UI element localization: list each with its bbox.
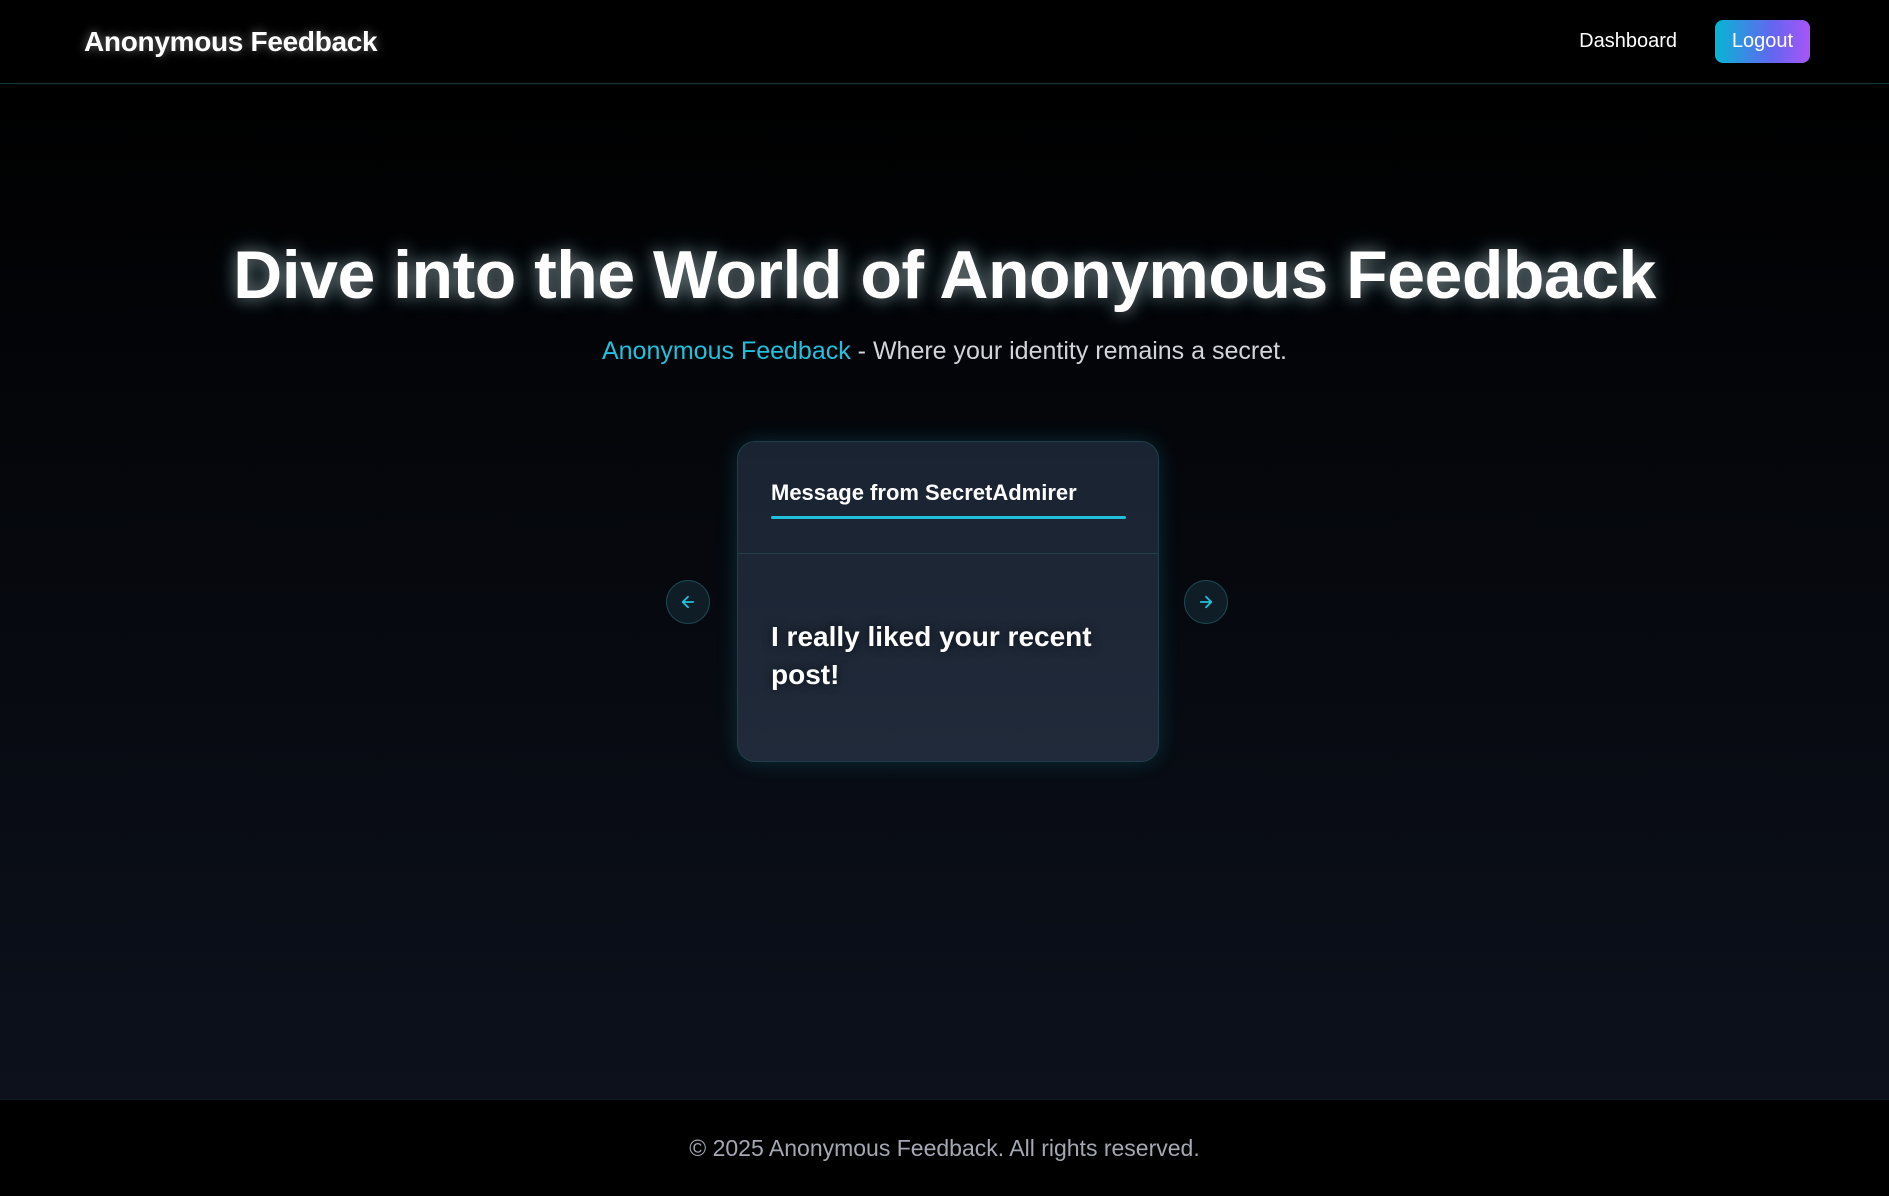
hero-subtitle-text: - Where your identity remains a secret.: [850, 337, 1288, 365]
arrow-left-icon: [681, 595, 695, 609]
footer: © 2025 Anonymous Feedback. All rights re…: [0, 1099, 1889, 1196]
message-card-underline: [771, 516, 1126, 519]
carousel-prev-button[interactable]: [666, 580, 710, 624]
hero-subtitle: Anonymous Feedback - Where your identity…: [0, 337, 1889, 366]
footer-copyright: © 2025 Anonymous Feedback. All rights re…: [689, 1134, 1200, 1161]
message-card-header: Message from SecretAdmirer: [738, 442, 1158, 554]
main-content: Dive into the World of Anonymous Feedbac…: [0, 85, 1889, 1099]
dashboard-link[interactable]: Dashboard: [1579, 30, 1677, 53]
message-card-content: I really liked your recent post!: [771, 621, 1092, 690]
carousel-next-button[interactable]: [1184, 580, 1228, 624]
hero-subtitle-accent: Anonymous Feedback: [601, 337, 851, 365]
message-card-title: Message from SecretAdmirer: [771, 480, 1077, 505]
hero-title: Dive into the World of Anonymous Feedbac…: [233, 237, 1656, 313]
arrow-right-icon: [1199, 595, 1213, 609]
nav-actions: Dashboard Logout: [1579, 20, 1810, 63]
logout-button[interactable]: Logout: [1715, 20, 1810, 63]
brand-logo[interactable]: Anonymous Feedback: [84, 26, 378, 58]
navbar: Anonymous Feedback Dashboard Logout: [0, 0, 1889, 84]
message-card: Message from SecretAdmirer I really like…: [737, 441, 1159, 762]
